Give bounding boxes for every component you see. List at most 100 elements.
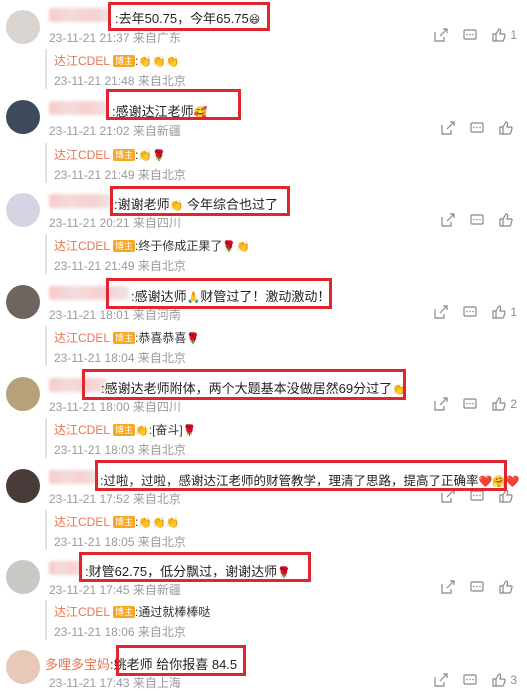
avatar[interactable] xyxy=(6,377,40,411)
rose-emoji-icon: 🌹 xyxy=(182,425,197,437)
blurred-username[interactable] xyxy=(49,561,83,575)
avatar[interactable] xyxy=(6,469,40,503)
rose-clap-emoji-icon: 🌹👏 xyxy=(222,241,250,253)
highlight-box xyxy=(106,89,241,120)
comment-actions: 3 xyxy=(433,672,517,687)
blurred-username[interactable] xyxy=(49,470,97,484)
comment-meta: 23-11-21 18:00 来自四川 xyxy=(49,400,181,414)
reply-author[interactable]: 达江CDEL xyxy=(54,605,110,619)
reply-divider xyxy=(45,143,47,183)
rose-emoji-icon: 🌹 xyxy=(186,333,201,345)
comment-actions: 1 xyxy=(433,27,517,42)
reply-meta: 23-11-21 18:06 来自北京 xyxy=(54,625,186,639)
comment-actions xyxy=(440,579,517,594)
highlight-box xyxy=(108,2,270,31)
reply-author[interactable]: 达江CDEL xyxy=(54,54,110,68)
reply-meta: 23-11-21 21:49 来自北京 xyxy=(54,168,186,182)
like-icon[interactable] xyxy=(491,672,506,687)
highlight-box xyxy=(116,645,246,676)
comment-actions: 2 xyxy=(433,396,517,411)
reply-item: 达江CDEL 博主:终于修成正果了🌹👏 xyxy=(54,239,250,253)
like-icon[interactable] xyxy=(491,396,506,411)
comment-icon[interactable] xyxy=(462,304,477,319)
comment-actions: 1 xyxy=(433,304,517,319)
reply-divider xyxy=(45,49,47,89)
clap-emoji-icon: 👏👏👏 xyxy=(138,56,180,68)
share-icon[interactable] xyxy=(440,212,455,227)
reply-item: 达江CDEL 博主:通过就棒棒哒 xyxy=(54,605,211,619)
reply-meta: 23-11-21 21:48 来自北京 xyxy=(54,74,186,88)
comment-meta: 23-11-21 17:45 来自新疆 xyxy=(49,583,181,597)
highlight-box xyxy=(82,369,406,400)
comment-meta: 23-11-21 17:52 来自北京 xyxy=(49,492,181,506)
reply-author[interactable]: 达江CDEL xyxy=(54,148,110,162)
blurred-username[interactable] xyxy=(49,101,107,115)
reply-author[interactable]: 达江CDEL xyxy=(54,331,110,345)
like-icon[interactable] xyxy=(498,579,513,594)
blogger-badge: 博主 xyxy=(113,149,136,161)
comment-meta: 23-11-21 21:02 来自新疆 xyxy=(49,124,181,138)
reply-author[interactable]: 达江CDEL xyxy=(54,239,110,253)
share-icon[interactable] xyxy=(440,579,455,594)
reply-item: 达江CDEL 博主:👏👏👏 xyxy=(54,54,180,68)
reply-item: 达江CDEL 博主:恭喜恭喜🌹 xyxy=(54,331,201,345)
comment-icon[interactable] xyxy=(462,672,477,687)
reply-divider xyxy=(45,600,47,640)
reply-divider xyxy=(45,326,47,366)
comment-icon[interactable] xyxy=(469,120,484,135)
share-icon[interactable] xyxy=(433,304,448,319)
clap-emoji-icon: 👏 xyxy=(135,425,149,437)
like-count: 2 xyxy=(510,396,517,411)
like-icon[interactable] xyxy=(491,27,506,42)
blogger-badge: 博主 xyxy=(113,332,136,344)
reply-meta: 23-11-21 21:49 来自北京 xyxy=(54,259,186,273)
comment-actions xyxy=(440,120,517,135)
highlight-box xyxy=(106,278,332,309)
username-link[interactable]: 多哩多宝妈 xyxy=(45,657,110,672)
reply-divider xyxy=(45,418,47,458)
highlight-box xyxy=(110,186,290,216)
blogger-badge: 博主 xyxy=(113,240,136,252)
highlight-box xyxy=(95,460,507,491)
reply-author[interactable]: 达江CDEL xyxy=(54,515,110,529)
avatar[interactable] xyxy=(6,285,40,319)
clap-emoji-icon: 👏👏👏 xyxy=(138,517,180,529)
comment-meta: 23-11-21 17:43 来自上海 xyxy=(49,676,181,690)
share-icon[interactable] xyxy=(440,120,455,135)
avatar[interactable] xyxy=(6,100,40,134)
reply-item: 达江CDEL 博主:👏🌹 xyxy=(54,148,166,162)
avatar[interactable] xyxy=(6,560,40,594)
like-icon[interactable] xyxy=(498,120,513,135)
comment-actions xyxy=(440,212,517,227)
blogger-badge: 博主 xyxy=(113,606,136,618)
reply-meta: 23-11-21 18:04 来自北京 xyxy=(54,351,186,365)
like-icon[interactable] xyxy=(498,212,513,227)
share-icon[interactable] xyxy=(433,27,448,42)
blogger-badge: 博主 xyxy=(113,516,136,528)
share-icon[interactable] xyxy=(433,672,448,687)
reply-item: 达江CDEL 博主:👏👏👏 xyxy=(54,515,180,529)
reply-divider xyxy=(45,234,47,274)
avatar[interactable] xyxy=(6,193,40,227)
like-icon[interactable] xyxy=(491,304,506,319)
reply-meta: 23-11-21 18:05 来自北京 xyxy=(54,535,186,549)
comment-meta: 23-11-21 21:37 来自广东 xyxy=(49,31,181,45)
comment-icon[interactable] xyxy=(469,212,484,227)
blurred-username[interactable] xyxy=(49,194,111,208)
avatar[interactable] xyxy=(6,10,40,44)
reply-author[interactable]: 达江CDEL xyxy=(54,423,110,437)
avatar[interactable] xyxy=(6,650,40,684)
like-count: 1 xyxy=(510,304,517,319)
blogger-badge: 博主 xyxy=(113,424,136,436)
comment-icon[interactable] xyxy=(462,27,477,42)
reply-meta: 23-11-21 18:03 来自北京 xyxy=(54,443,186,457)
share-icon[interactable] xyxy=(433,396,448,411)
clap-rose-emoji-icon: 👏🌹 xyxy=(138,150,166,162)
blurred-username[interactable] xyxy=(49,8,111,22)
highlight-box xyxy=(79,552,311,582)
comment-meta: 23-11-21 20:21 来自四川 xyxy=(49,216,181,230)
comment-icon[interactable] xyxy=(469,579,484,594)
blogger-badge: 博主 xyxy=(113,55,136,67)
like-count: 1 xyxy=(510,27,517,42)
comment-icon[interactable] xyxy=(462,396,477,411)
